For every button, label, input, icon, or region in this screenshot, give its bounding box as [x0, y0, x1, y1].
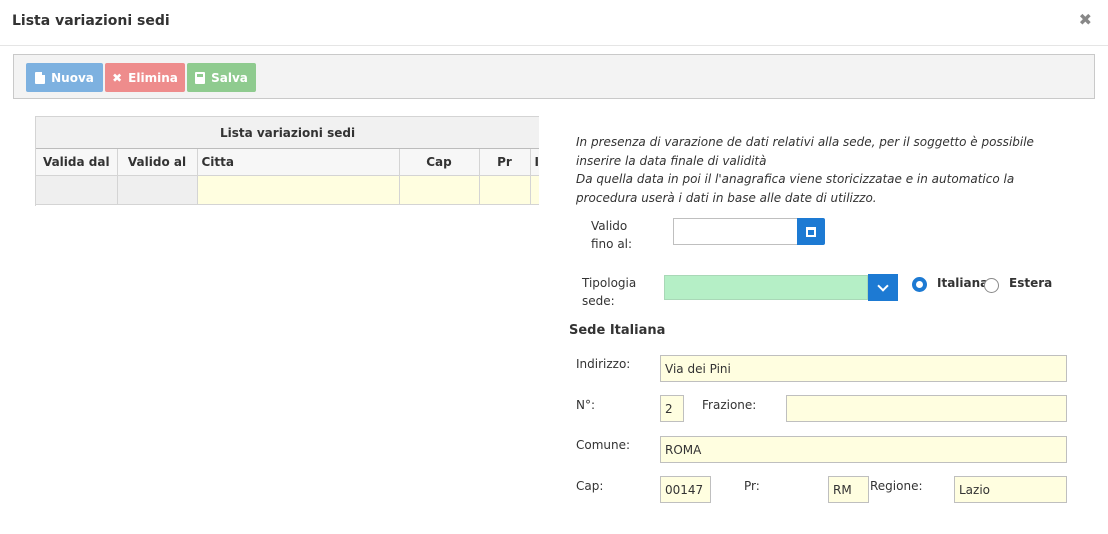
cell-cap[interactable] [399, 175, 480, 205]
salva-button[interactable]: Salva [187, 63, 256, 92]
cap-input[interactable]: 00147 [660, 476, 711, 503]
regione-label: Regione: [870, 479, 923, 493]
numero-label: N°: [576, 398, 596, 412]
delete-icon: ✖ [112, 70, 123, 85]
column-header-cap[interactable]: Cap [399, 149, 480, 176]
new-document-icon [35, 71, 46, 84]
cell-in[interactable] [530, 175, 539, 205]
frazione-input[interactable] [786, 395, 1067, 422]
grid-table: Valida dal Valido al Citta Cap Pr In [36, 149, 539, 205]
modal-header: Lista variazioni sedi ✖ [0, 0, 1108, 46]
indirizzo-label: Indirizzo: [576, 357, 631, 371]
elimina-button[interactable]: ✖ Elimina [105, 63, 185, 92]
grid-caption: Lista variazioni sedi [36, 116, 539, 149]
column-header-valido-al[interactable]: Valido al [117, 149, 198, 176]
dialog-title: Lista variazioni sedi [12, 13, 170, 29]
variazioni-grid: Lista variazioni sedi Valida dal Valido … [35, 116, 539, 206]
radio-italiana-label[interactable]: Italiana [937, 276, 988, 290]
indirizzo-input[interactable]: Via dei Pini [660, 355, 1067, 382]
pr-label: Pr: [744, 479, 760, 493]
info-line-2: Da quella data in poi il l'anagrafica vi… [576, 172, 1015, 205]
info-text: In presenza di varazione de dati relativ… [576, 133, 1066, 207]
cap-label: Cap: [576, 479, 604, 493]
cell-pr[interactable] [479, 175, 531, 205]
section-title: Sede Italiana [569, 323, 666, 338]
column-header-pr[interactable]: Pr [479, 149, 531, 176]
table-row[interactable] [36, 175, 539, 205]
comune-input[interactable]: ROMA [660, 436, 1067, 463]
valido-label-1: Valido [591, 219, 628, 233]
cell-valido-al[interactable] [117, 175, 198, 205]
calendar-button[interactable] [797, 218, 825, 245]
column-header-citta[interactable]: Citta [197, 149, 400, 176]
radio-italiana[interactable] [912, 277, 927, 292]
column-header-valida-dal[interactable]: Valida dal [36, 149, 118, 176]
frazione-label: Frazione: [702, 398, 757, 412]
tipologia-label-2: sede: [582, 294, 615, 308]
save-icon [195, 71, 206, 84]
nuova-label: Nuova [51, 70, 94, 85]
cell-valida-dal[interactable] [36, 175, 118, 205]
tipologia-label-1: Tipologia [582, 276, 637, 290]
calendar-icon [806, 226, 816, 237]
radio-estera-label[interactable]: Estera [1009, 276, 1052, 290]
chevron-down-icon [877, 279, 889, 292]
salva-label: Salva [211, 70, 248, 85]
comune-label: Comune: [576, 438, 631, 452]
numero-input[interactable]: 2 [660, 395, 684, 422]
tipologia-sede-select[interactable] [664, 275, 868, 300]
valido-label-2: fino al: [591, 237, 633, 251]
regione-input[interactable]: Lazio [954, 476, 1067, 503]
radio-estera[interactable] [984, 278, 999, 293]
pr-input[interactable]: RM [828, 476, 869, 503]
cell-citta[interactable] [197, 175, 400, 205]
toolbar: Nuova ✖ Elimina Salva [13, 54, 1095, 99]
tipologia-dropdown-button[interactable] [868, 274, 898, 301]
valido-fino-al-input[interactable] [673, 218, 798, 245]
info-line-1: In presenza di varazione de dati relativ… [576, 135, 1034, 168]
close-icon[interactable]: ✖ [1079, 10, 1092, 29]
elimina-label: Elimina [128, 70, 178, 85]
column-header-in[interactable]: In [530, 149, 539, 176]
nuova-button[interactable]: Nuova [26, 63, 103, 92]
